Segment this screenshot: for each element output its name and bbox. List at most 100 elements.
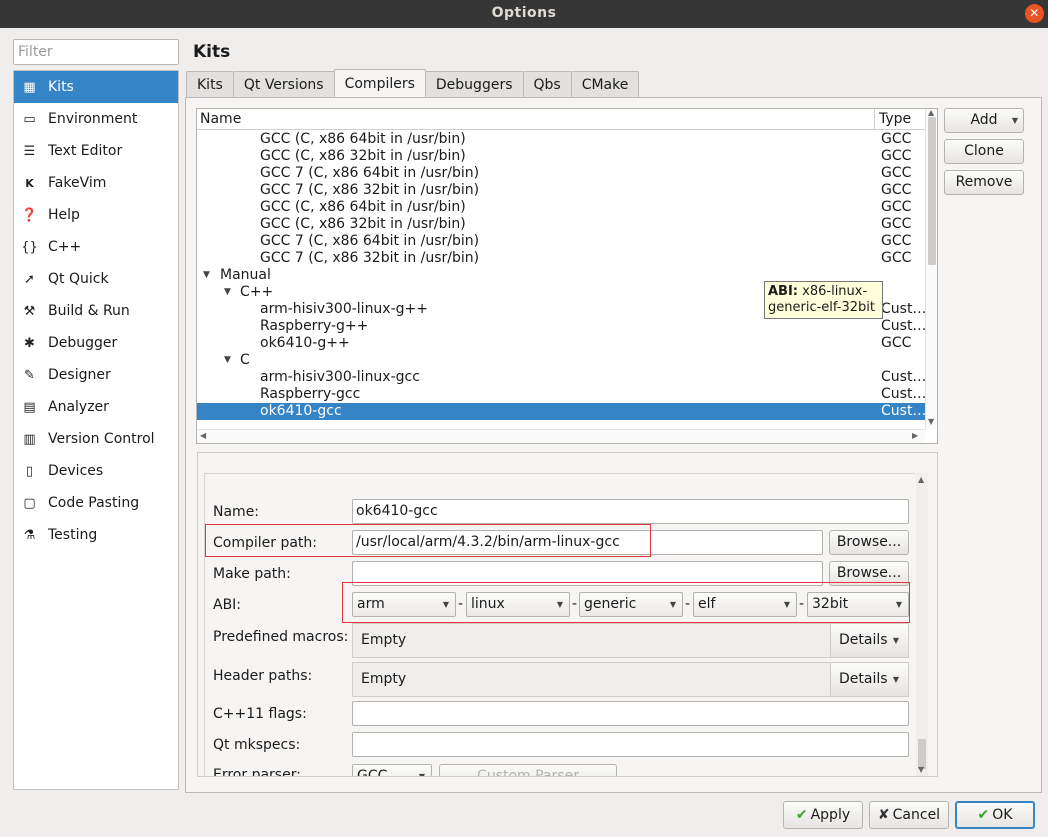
tree-row[interactable]: arm-hisiv300-linux-gcc Cust… (197, 369, 926, 386)
name-label: Name: (213, 504, 260, 520)
add-button[interactable]: Add ▼ (944, 108, 1024, 133)
chevron-down-icon: ▼ (1011, 116, 1018, 125)
bug-icon: ✱ (24, 335, 35, 351)
tree-row[interactable]: GCC 7 (C, x86 64bit in /usr/bin) GCC (197, 165, 925, 182)
header-details-button[interactable]: Details ▼ (830, 663, 908, 696)
scroll-right-icon[interactable]: ▶ (912, 431, 918, 440)
cancel-button[interactable]: ✘ Cancel (869, 801, 949, 829)
custom-parser-settings-button[interactable]: Custom Parser Settings... (439, 764, 617, 776)
sidebar-item-analyzer[interactable]: ▤ Analyzer (14, 391, 178, 423)
macros-details-button[interactable]: Details ▼ (830, 624, 908, 657)
column-header-name[interactable]: Name (200, 111, 241, 127)
highlight-abi (342, 582, 910, 623)
ok-button[interactable]: ✔ OK (955, 801, 1035, 829)
sidebar-item-qt-quick[interactable]: ➚ Qt Quick (14, 263, 178, 295)
window-title: Options (491, 5, 557, 21)
sidebar-item-environment[interactable]: ▭ Environment (14, 103, 178, 135)
tree-row[interactable]: GCC 7 (C, x86 64bit in /usr/bin) GCC (197, 233, 925, 250)
error-parser-label: Error parser: (213, 767, 301, 777)
tree-row-selected[interactable]: ok6410-gcc Cust… (197, 403, 926, 420)
apply-button[interactable]: ✔ Apply (783, 801, 863, 829)
devices-icon: ▯ (25, 463, 34, 479)
highlight-compiler-path (205, 524, 651, 557)
qt-quick-icon: ➚ (24, 271, 35, 287)
sidebar-item-text-editor[interactable]: ☰ Text Editor (14, 135, 178, 167)
tab-cmake[interactable]: CMake (570, 71, 640, 97)
sidebar-item-designer[interactable]: ✎ Designer (14, 359, 178, 391)
expand-arrow-icon[interactable]: ▼ (203, 267, 210, 284)
abi-tooltip: ABI: x86-linux-generic-elf-32bit (764, 281, 883, 319)
tree-horizontal-scrollbar[interactable]: ◀ ▶ (197, 429, 925, 443)
pencil-icon: ✎ (24, 367, 35, 383)
scrollbar-thumb[interactable] (928, 117, 936, 265)
predefined-macros-field: Empty Details ▼ (352, 623, 909, 658)
clone-button[interactable]: Clone (944, 139, 1024, 164)
header-paths-field: Empty Details ▼ (352, 662, 909, 697)
sidebar-item-kits[interactable]: ▦ Kits (14, 71, 178, 103)
cancel-icon: ✘ (877, 807, 890, 823)
sidebar-item-version-control[interactable]: ▥ Version Control (14, 423, 178, 455)
tree-row[interactable]: ok6410-g++ GCC (197, 335, 925, 352)
sidebar-item-devices[interactable]: ▯ Devices (14, 455, 178, 487)
tree-row[interactable]: GCC (C, x86 32bit in /usr/bin) GCC (197, 148, 925, 165)
scroll-up-icon[interactable]: ▲ (928, 109, 934, 117)
check-icon: ✔ (977, 807, 990, 823)
compiler-tree[interactable]: Name Type GCC (C, x86 64bit in /usr/bin)… (196, 108, 938, 444)
sidebar-item-debugger[interactable]: ✱ Debugger (14, 327, 178, 359)
tab-bar: Kits Qt Versions Compilers Debuggers Qbs… (186, 69, 640, 97)
scroll-down-icon[interactable]: ▼ (918, 765, 924, 774)
make-path-label: Make path: (213, 566, 291, 582)
scroll-up-icon[interactable]: ▲ (918, 475, 924, 484)
tree-row-c[interactable]: ▼ C (197, 352, 925, 369)
tree-row[interactable]: Raspberry-g++ Cust… (197, 318, 926, 335)
tree-row[interactable]: GCC 7 (C, x86 32bit in /usr/bin) GCC (197, 182, 925, 199)
tab-qbs[interactable]: Qbs (522, 71, 572, 97)
qt-mkspecs-field[interactable] (352, 732, 909, 757)
remove-button[interactable]: Remove (944, 170, 1024, 195)
chevron-down-icon: ▼ (892, 636, 899, 645)
tree-row[interactable]: Raspberry-gcc Cust… (197, 386, 926, 403)
tab-debuggers[interactable]: Debuggers (424, 71, 524, 97)
column-header-type[interactable]: Type (879, 111, 911, 127)
tab-compilers[interactable]: Compilers (333, 69, 426, 97)
chevron-down-icon: ▼ (418, 772, 425, 777)
error-parser-select[interactable]: GCC ▼ (352, 764, 432, 777)
details-form: Name: ok6410-gcc Compiler path: /usr/loc… (204, 473, 915, 777)
filter-input[interactable]: Filter (13, 39, 179, 65)
tab-qt-versions[interactable]: Qt Versions (232, 71, 335, 97)
sidebar-item-testing[interactable]: ⚗ Testing (14, 519, 178, 551)
help-icon: ❓ (21, 207, 38, 223)
name-field[interactable]: ok6410-gcc (352, 499, 909, 524)
fakevim-icon: K (25, 176, 34, 190)
hammer-icon: ⚒ (23, 303, 36, 319)
qt-mkspecs-label: Qt mkspecs: (213, 737, 301, 753)
check-icon: ✔ (795, 807, 808, 823)
sidebar-item-fakevim[interactable]: K FakeVim (14, 167, 178, 199)
tree-row[interactable]: GCC (C, x86 64bit in /usr/bin) GCC (197, 199, 925, 216)
tree-row[interactable]: GCC (C, x86 32bit in /usr/bin) GCC (197, 216, 925, 233)
title-bar: Options ✕ (0, 0, 1048, 28)
browse-compiler-button[interactable]: Browse... (829, 530, 909, 555)
sidebar-item-help[interactable]: ❓ Help (14, 199, 178, 231)
paste-icon: ▢ (23, 495, 36, 511)
cxx11-flags-field[interactable] (352, 701, 909, 726)
monitor-icon: ▭ (23, 111, 36, 127)
close-icon[interactable]: ✕ (1025, 4, 1044, 23)
chevron-down-icon: ▼ (892, 675, 899, 684)
expand-arrow-icon[interactable]: ▼ (224, 352, 231, 369)
details-scrollbar[interactable]: ▲ ▼ (916, 473, 928, 776)
tab-kits[interactable]: Kits (186, 71, 234, 97)
cxx11-flags-label: C++11 flags: (213, 706, 307, 722)
sidebar-item-code-pasting[interactable]: ▢ Code Pasting (14, 487, 178, 519)
scroll-left-icon[interactable]: ◀ (200, 431, 206, 440)
tree-vertical-scrollbar[interactable]: ▲ ▼ (925, 109, 937, 429)
expand-arrow-icon[interactable]: ▼ (224, 284, 231, 301)
braces-icon: {} (21, 239, 38, 255)
sidebar-item-cpp[interactable]: {} C++ (14, 231, 178, 263)
sidebar-item-build-run[interactable]: ⚒ Build & Run (14, 295, 178, 327)
tree-row[interactable]: GCC 7 (C, x86 32bit in /usr/bin) GCC (197, 250, 925, 267)
header-paths-label: Header paths: (213, 668, 313, 684)
tree-row[interactable]: GCC (C, x86 64bit in /usr/bin) GCC (197, 131, 925, 148)
abi-label: ABI: (213, 597, 242, 613)
scroll-down-icon[interactable]: ▼ (928, 417, 934, 426)
